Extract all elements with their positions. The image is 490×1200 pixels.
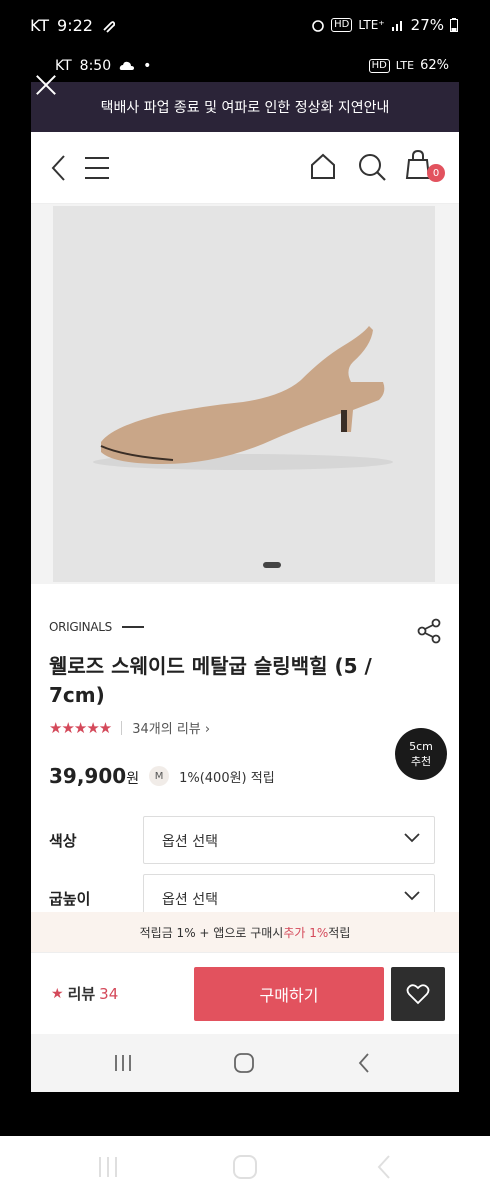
inner-status-bar: KT 8:50 • HD LTE 62% (31, 52, 459, 82)
select-value: 옵션 선택 (162, 834, 218, 850)
product-gallery[interactable] (31, 204, 459, 584)
outer-nav-bar (0, 1136, 490, 1200)
cloud-icon (119, 61, 135, 70)
star-rating: ★★★★★ (49, 718, 112, 737)
price-unit: 원 (126, 771, 140, 787)
back-icon[interactable] (49, 154, 69, 182)
home-nav-icon[interactable] (232, 1154, 258, 1180)
inner-battery-text: 62% (420, 58, 449, 73)
brand-text: ORIGINALS (49, 620, 112, 634)
clock-text: 9:22 (57, 16, 93, 35)
close-icon[interactable] (33, 72, 59, 98)
option-label: 굽높이 (49, 890, 91, 908)
inner-nav-bar (31, 1034, 459, 1092)
back-nav-icon[interactable] (357, 1052, 371, 1074)
top-nav: 0 (31, 132, 459, 204)
chevron-down-icon (404, 891, 420, 901)
review-label: 리뷰 (67, 985, 96, 1003)
cart-button[interactable]: 0 (403, 148, 445, 184)
carrier-text: KT (30, 16, 50, 35)
heart-icon (406, 984, 430, 1005)
recommend-label-text: 추천 (410, 755, 432, 768)
back-nav-icon[interactable] (376, 1154, 392, 1180)
rating-divider (121, 720, 123, 735)
size-recommend-badge[interactable]: 5cm 추천 (395, 728, 447, 780)
recommend-size-text: 5cm (409, 740, 433, 753)
dot-icon: • (143, 58, 152, 74)
color-select[interactable]: 옵션 선택 (143, 816, 435, 864)
notice-text: 택배사 파업 종료 및 여파로 인한 정상화 지연안내 (100, 100, 390, 116)
signal-icon (391, 21, 402, 31)
app-screen: KT 8:50 • HD LTE 62% 택배사 파업 종료 및 여파로 인한 … (31, 52, 459, 1092)
carousel-indicator[interactable] (263, 562, 281, 568)
inner-network-text: LTE (395, 59, 415, 72)
search-icon[interactable] (357, 152, 387, 182)
brand-divider (121, 626, 144, 628)
inner-hd-badge: HD (368, 58, 390, 73)
review-button[interactable]: ★ 리뷰 34 (51, 983, 118, 1004)
home-nav-icon[interactable] (233, 1052, 255, 1074)
price: 39,900원 (49, 764, 139, 788)
outer-status-bar: KT 9:22 HD LTE⁺ 27% (0, 0, 490, 52)
star-icon: ★ (51, 985, 64, 1002)
recent-apps-icon[interactable] (96, 1154, 120, 1180)
option-row-color: 색상 옵션 선택 (49, 816, 439, 864)
chevron-right-icon: › (204, 722, 211, 737)
review-link[interactable]: 34개의 리뷰 › (132, 718, 210, 737)
home-icon[interactable] (309, 152, 337, 180)
select-value: 옵션 선택 (162, 892, 218, 908)
cart-count-badge: 0 (427, 164, 445, 182)
shoe-image (93, 326, 393, 470)
alarm-icon (312, 20, 324, 32)
purchase-bar: ★ 리뷰 34 구매하기 (31, 952, 459, 1034)
brand-label[interactable]: ORIGINALS (49, 620, 144, 634)
battery-icon (450, 18, 458, 32)
promo-highlight: 추가 1% (283, 925, 329, 940)
chevron-down-icon (404, 833, 420, 843)
share-icon[interactable] (416, 618, 442, 644)
hamburger-menu-icon[interactable] (83, 154, 111, 182)
buy-button[interactable]: 구매하기 (194, 967, 384, 1021)
rating-row: ★★★★★ 34개의 리뷰 › (49, 718, 210, 738)
option-label: 색상 (49, 832, 77, 850)
product-title: 웰로즈 스웨이드 메탈굽 슬링백힐 (5 / 7cm) (49, 654, 372, 707)
promo-banner: 적립금 1% + 앱으로 구매시 추가 1% 적립 (31, 912, 459, 952)
points-text: 1%(400원) 적립 (179, 770, 275, 786)
hd-badge: HD (331, 18, 353, 32)
recent-apps-icon[interactable] (113, 1052, 133, 1074)
member-badge: M (149, 766, 170, 786)
review-link-text: 34개의 리뷰 (132, 722, 201, 737)
review-count: 34 (99, 984, 119, 1003)
product-photo (53, 206, 435, 582)
attach-icon (103, 20, 115, 33)
price-value: 39,900 (49, 764, 127, 788)
promo-prefix: 적립금 1% + 앱으로 구매시 (139, 925, 284, 940)
price-row: 39,900원 M 1%(400원) 적립 (49, 764, 275, 788)
network-text: LTE⁺ (358, 18, 385, 32)
wishlist-button[interactable] (391, 967, 445, 1021)
inner-clock-text: 8:50 (79, 58, 112, 74)
notice-banner[interactable]: 택배사 파업 종료 및 여파로 인한 정상화 지연안내 (31, 82, 459, 132)
promo-suffix: 적립 (328, 925, 351, 940)
battery-text: 27% (410, 16, 444, 34)
